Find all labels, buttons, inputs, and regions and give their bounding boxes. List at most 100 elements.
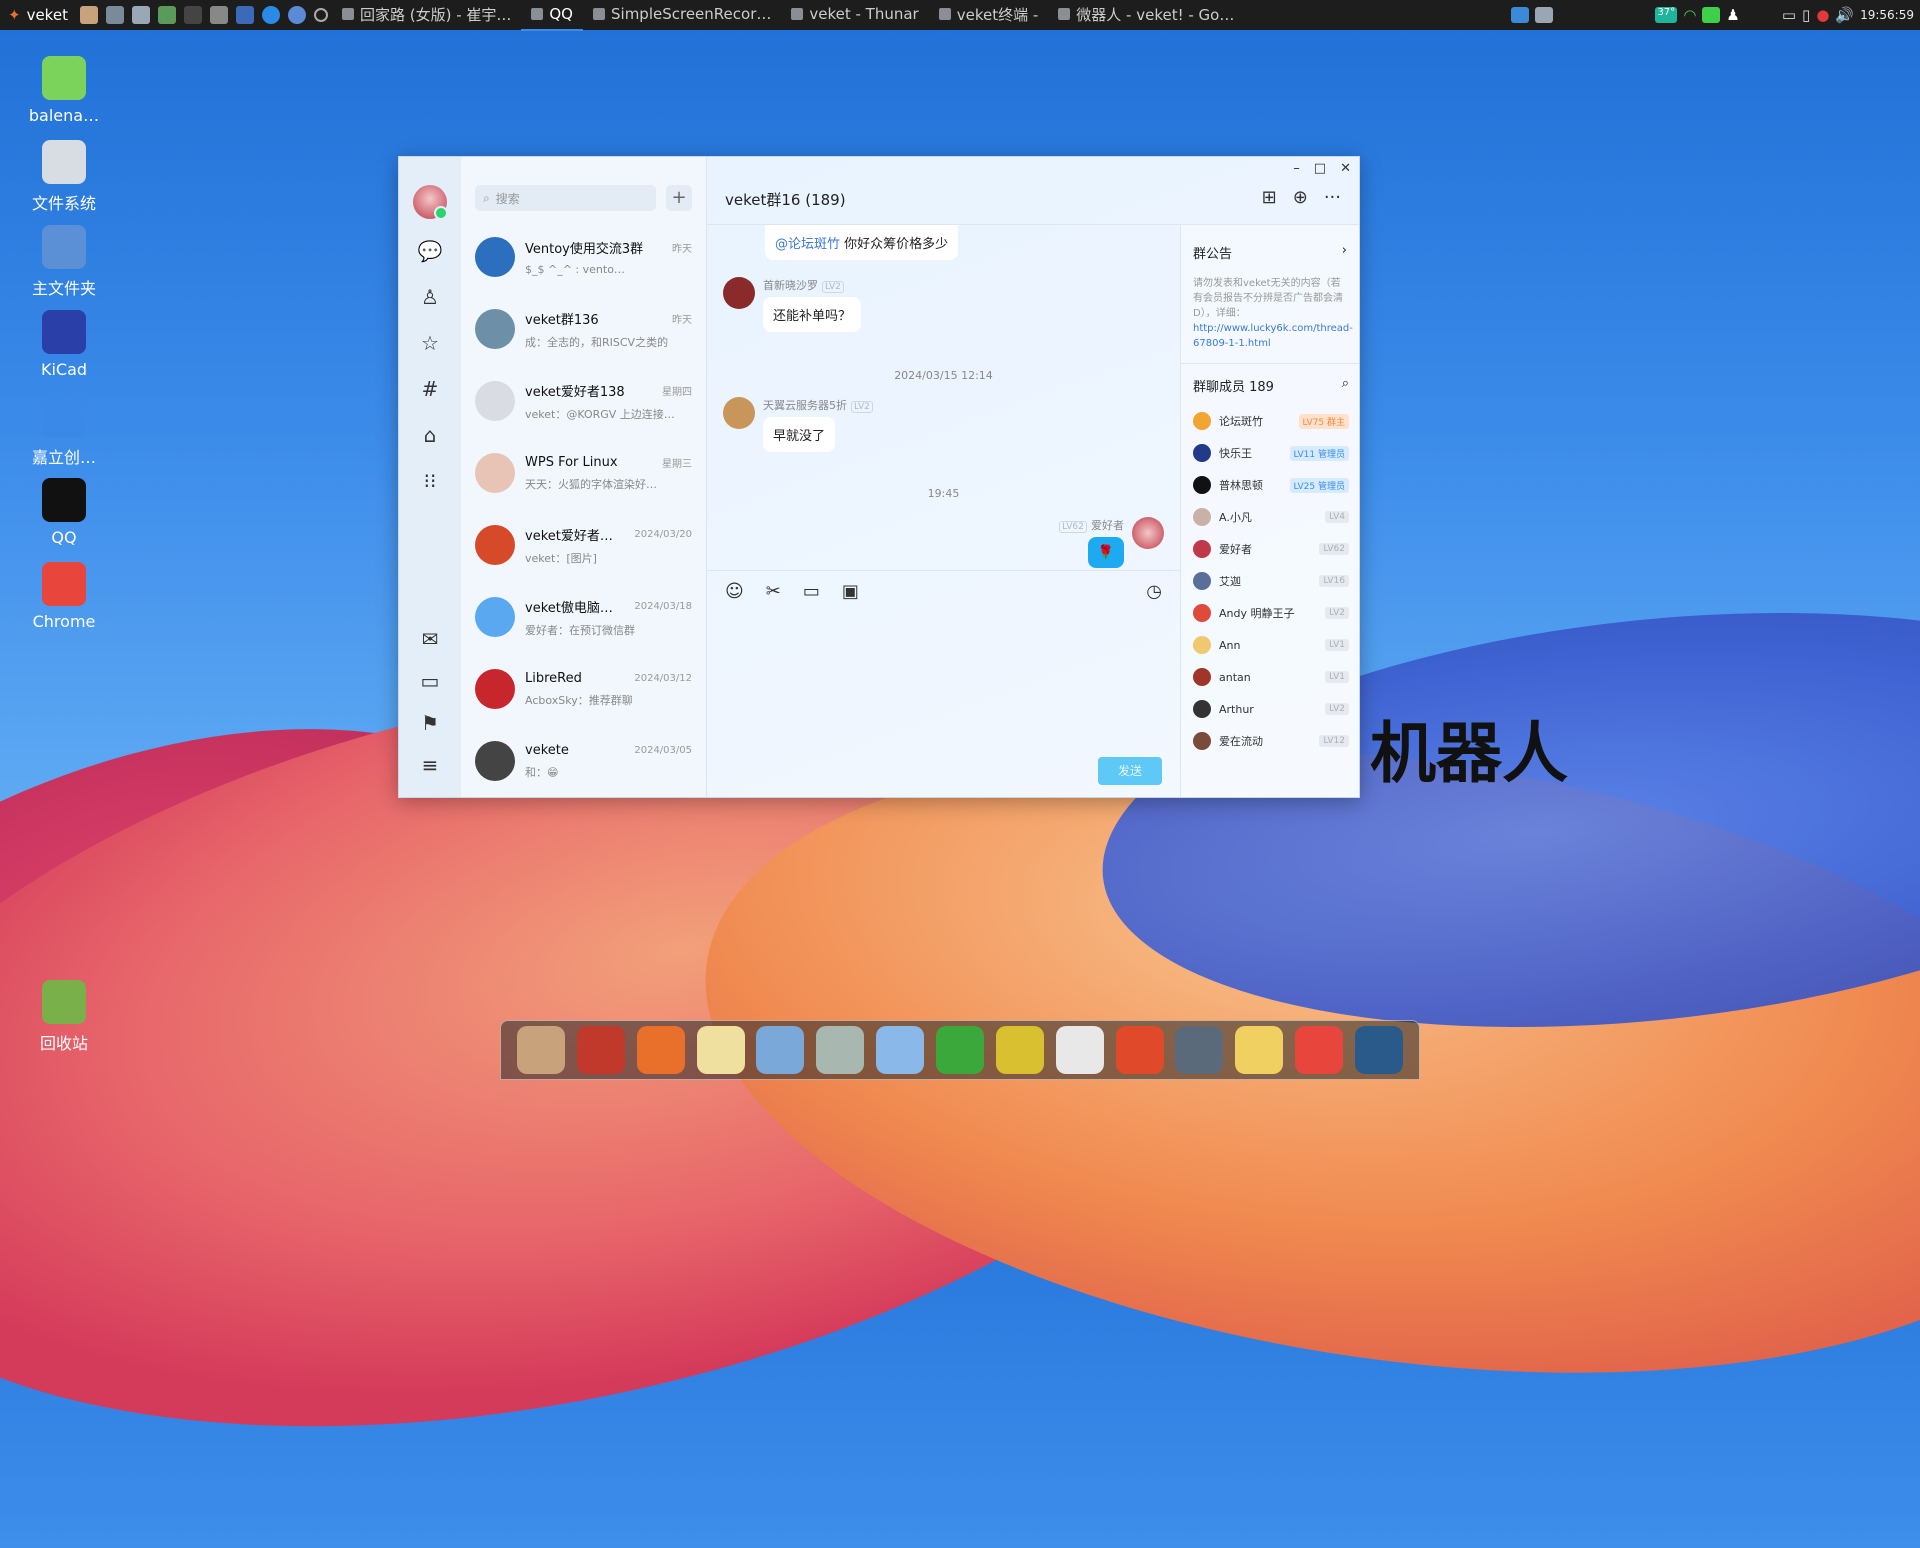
emoji-icon[interactable]: ☺ [725,581,744,602]
dock-app-icon[interactable] [816,1026,865,1074]
add-circle-icon[interactable]: ⊕ [1293,187,1308,208]
member-row[interactable]: antan LV1 [1193,661,1349,693]
add-button[interactable]: + [666,185,692,211]
monitor-launcher-icon[interactable] [105,6,124,24]
taskbar-task[interactable]: veket终端 - [929,0,1049,29]
list-item[interactable]: veket群136 昨天 成：全志的，和RISCV之类的 [461,293,706,365]
member-row[interactable]: 快乐王 LV11 管理员 [1193,437,1349,469]
dock-app-icon[interactable] [636,1026,685,1074]
volume-icon[interactable]: 🔊 [1835,6,1854,24]
taskbar-task[interactable]: veket - Thunar [781,0,928,29]
member-row[interactable]: 爱在流动 LV12 [1193,725,1349,757]
start-menu-button[interactable]: ✦ veket [0,0,76,30]
chevron-right-icon[interactable]: › [1342,243,1347,262]
star-icon[interactable]: ☆ [416,329,444,357]
notice-link[interactable]: http://www.lucky6k.com/thread-67809-1-1.… [1193,323,1353,349]
desktop-icon[interactable]: 文件系统 [14,140,114,214]
viewer-launcher-icon[interactable] [235,6,254,24]
folder-icon[interactable]: ▭ [416,667,444,695]
dock-app-icon[interactable] [1354,1026,1403,1074]
dock-app-icon[interactable] [576,1026,625,1074]
bookmark-icon[interactable]: ⚑ [416,709,444,737]
sender-avatar[interactable] [723,397,755,429]
display-tray-icon[interactable] [1511,7,1530,23]
member-row[interactable]: Andy 明静王子 LV2 [1193,597,1349,629]
group-notice[interactable]: 群公告 › 请勿发表和veket无关的内容（若有会员报告不分辨是否广告都会清D），… [1181,225,1359,364]
mail-icon[interactable]: ✉ [416,625,444,653]
list-item[interactable]: veket爱好者138 星期四 veket：@KORGV 上边连接… [461,365,706,437]
sender-name[interactable]: 爱好者 [1091,519,1124,532]
member-row[interactable]: 普林思顿 LV25 管理员 [1193,469,1349,501]
contacts-icon[interactable]: ♙ [416,283,444,311]
dock-app-icon[interactable] [1295,1026,1344,1074]
clock[interactable]: 19:56:59 [1860,8,1914,22]
list-item[interactable]: Ventoy使用交流3群 昨天 $_$ ^_^ : vento… [461,221,706,293]
member-row[interactable]: A.小凡 LV4 [1193,501,1349,533]
list-item[interactable]: veket爱好者… 2024/03/20 veket：[图片] [461,509,706,581]
list-item[interactable]: WPS For Linux 星期三 天天：火狐的字体渲染好… [461,437,706,509]
apps-grid-icon[interactable]: ⁝⁝ [416,467,444,495]
desktop-icon[interactable]: 嘉立创… [14,394,114,468]
file-manager-launcher-icon[interactable] [79,6,98,24]
member-row[interactable]: Ann LV1 [1193,629,1349,661]
sender-name[interactable]: 首新晓沙罗 [763,279,818,292]
taskbar-task[interactable]: 回家路 (女版) - 崔宇… [332,0,521,29]
hashtag-icon[interactable]: # [416,375,444,403]
scissors-icon[interactable]: ✂ [766,581,781,602]
record-launcher-icon[interactable] [313,8,328,22]
minimize-icon[interactable]: – [1293,161,1300,176]
taskbar-task[interactable]: 微器人 - veket! - Go… [1048,0,1244,29]
more-icon[interactable]: ··· [1324,187,1341,208]
terminal-launcher-icon[interactable] [183,6,202,24]
chat-bubble-icon[interactable]: 💬 [416,237,444,265]
apps-icon[interactable]: ⊞ [1262,187,1277,208]
dock-app-icon[interactable] [1115,1026,1164,1074]
wifi-icon[interactable]: ◠ [1683,6,1696,24]
play-launcher-icon[interactable] [157,6,176,24]
dock-app-icon[interactable] [876,1026,925,1074]
folder-icon[interactable]: ▭ [803,581,820,602]
keyboard-icon[interactable]: ▭ [1782,6,1796,24]
desktop-icon[interactable]: 主文件夹 [14,225,114,299]
member-row[interactable]: 论坛斑竹 LV75 群主 [1193,405,1349,437]
dock-app-icon[interactable] [935,1026,984,1074]
taskbar-task[interactable]: SimpleScreenRecor… [583,0,781,29]
dock-app-icon[interactable] [995,1026,1044,1074]
menu-icon[interactable]: ≡ [416,751,444,779]
sender-avatar[interactable] [1132,517,1164,549]
desktop-icon[interactable]: 回收站 [14,980,114,1054]
screenshot-launcher-icon[interactable] [209,6,228,24]
member-row[interactable]: 艾迦 LV16 [1193,565,1349,597]
check-launcher-icon[interactable] [261,6,280,24]
dock-app-icon[interactable] [1175,1026,1224,1074]
sender-avatar[interactable] [723,277,755,309]
window-tray-icon[interactable] [1535,7,1554,23]
mention[interactable]: @论坛斑竹 [775,237,840,252]
dock-app-icon[interactable] [516,1026,565,1074]
settings-launcher-icon[interactable] [131,6,150,24]
battery-icon[interactable] [1702,7,1721,23]
desktop-icon[interactable]: KiCad [14,310,114,379]
taskbar-task[interactable]: QQ [521,0,583,31]
desktop-icon[interactable]: QQ [14,478,114,547]
desktop-icon[interactable]: balena… [14,56,114,125]
member-row[interactable]: 爱好者 LV62 [1193,533,1349,565]
dock-app-icon[interactable] [1055,1026,1104,1074]
dock-app-icon[interactable] [756,1026,805,1074]
desktop-icon[interactable]: Chrome [14,562,114,631]
avatar[interactable] [413,185,448,220]
history-clock-icon[interactable]: ◷ [1146,581,1162,602]
sender-name[interactable]: 天翼云服务器5折 [763,399,847,412]
maximize-icon[interactable]: □ [1314,161,1326,176]
microphone-icon[interactable]: ● [1816,6,1829,24]
game-icon[interactable]: ⌂ [416,421,444,449]
clipboard-icon[interactable]: ▯ [1802,6,1810,24]
qq-tray-icon[interactable]: ♟ [1726,6,1739,24]
close-icon[interactable]: ✕ [1340,161,1351,176]
list-item[interactable]: LibreRed 2024/03/12 AcboxSky：推荐群聊 [461,653,706,725]
send-button[interactable]: 发送 [1098,757,1162,785]
image-icon[interactable]: ▣ [842,581,859,602]
member-row[interactable]: Arthur LV2 [1193,693,1349,725]
list-item[interactable]: vekete 2024/03/05 和：😁 [461,725,706,797]
search-icon[interactable]: ⌕ [1342,376,1349,395]
